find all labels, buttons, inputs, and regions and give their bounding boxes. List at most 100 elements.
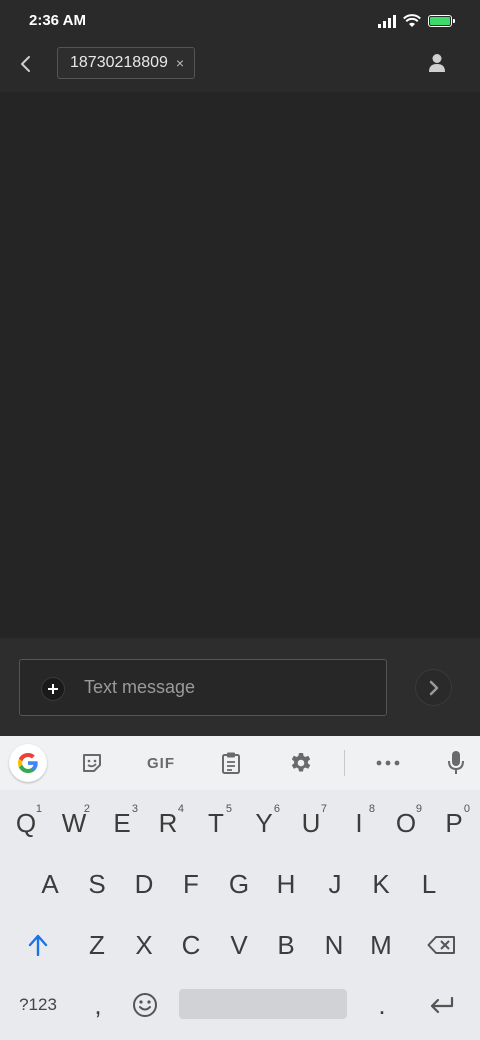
key-z[interactable]: Z — [73, 915, 121, 975]
symbols-key[interactable]: ?123 — [10, 975, 66, 1035]
key-label: G — [228, 868, 250, 899]
key-hint: 0 — [463, 803, 470, 815]
message-list[interactable] — [0, 92, 480, 638]
key-q[interactable]: Q1 — [2, 793, 50, 853]
key-hint: 3 — [131, 803, 138, 815]
conversation-header: 18730218809 × — [0, 42, 480, 92]
shift-key[interactable] — [14, 915, 62, 975]
key-c[interactable]: C — [167, 915, 215, 975]
key-y[interactable]: Y6 — [240, 793, 288, 853]
key-t[interactable]: T5 — [192, 793, 240, 853]
key-f[interactable]: F — [167, 854, 215, 914]
back-button[interactable] — [12, 50, 40, 78]
key-p[interactable]: P0 — [430, 793, 478, 853]
key-e[interactable]: E3 — [98, 793, 146, 853]
key-label: M — [370, 929, 392, 960]
key-label: H — [276, 868, 296, 899]
battery-level — [430, 17, 450, 25]
key-v[interactable]: V — [215, 915, 263, 975]
wifi-icon — [403, 14, 421, 27]
key-row-3: Z X C V B N M — [0, 915, 480, 975]
key-label: K — [372, 868, 390, 899]
key-label: W — [61, 807, 87, 838]
key-row-4: ?123 , . — [0, 975, 480, 1035]
recipient-chip[interactable]: 18730218809 × — [57, 47, 196, 79]
chip-remove-icon[interactable]: × — [176, 56, 184, 70]
send-button[interactable] — [415, 669, 452, 706]
backspace-key[interactable] — [418, 915, 466, 975]
key-hint: 8 — [368, 803, 375, 815]
plus-circle-icon — [48, 684, 58, 694]
key-label: C — [181, 929, 201, 960]
key-d[interactable]: D — [120, 854, 168, 914]
clipboard-button[interactable] — [213, 744, 249, 782]
key-a[interactable]: A — [26, 854, 74, 914]
key-label: E — [113, 807, 131, 838]
status-bar: 2:36 AM — [0, 0, 480, 42]
microphone-icon — [448, 751, 464, 774]
key-label: V — [230, 929, 248, 960]
voice-input-button[interactable] — [438, 744, 474, 782]
emoji-key[interactable] — [121, 975, 169, 1035]
google-button[interactable] — [9, 744, 47, 782]
composer-bar — [0, 638, 480, 736]
key-label: ?123 — [19, 995, 57, 1014]
emoji-icon — [133, 993, 157, 1017]
key-hint: 6 — [273, 803, 280, 815]
chevron-right-icon — [429, 680, 438, 695]
keyboard-toolbar: GIF — [0, 736, 480, 790]
message-input[interactable] — [84, 660, 374, 715]
key-label: N — [324, 929, 344, 960]
key-row-2: A S D F G H J K L — [0, 854, 480, 914]
settings-button[interactable] — [283, 744, 319, 782]
key-hint: 9 — [415, 803, 422, 815]
key-s[interactable]: S — [73, 854, 121, 914]
space-key[interactable] — [179, 989, 347, 1019]
key-x[interactable]: X — [120, 915, 168, 975]
google-logo-icon — [18, 753, 38, 773]
key-label: P — [445, 807, 463, 838]
period-key[interactable]: . — [358, 975, 406, 1035]
key-w[interactable]: W2 — [50, 793, 98, 853]
chevron-left-icon — [21, 56, 30, 72]
key-k[interactable]: K — [357, 854, 405, 914]
key-b[interactable]: B — [262, 915, 310, 975]
gif-label: GIF — [147, 754, 175, 772]
key-o[interactable]: O9 — [382, 793, 430, 853]
key-u[interactable]: U7 — [287, 793, 335, 853]
key-label: X — [135, 929, 153, 960]
key-label: U — [301, 807, 321, 838]
key-label: L — [421, 868, 437, 899]
key-label: F — [183, 868, 199, 899]
signal-icon — [378, 14, 396, 28]
gif-button[interactable]: GIF — [140, 744, 182, 782]
contact-button[interactable] — [424, 50, 450, 76]
enter-icon — [430, 996, 454, 1014]
more-button[interactable] — [370, 744, 406, 782]
key-h[interactable]: H — [262, 854, 310, 914]
sticker-button[interactable] — [74, 744, 110, 782]
attach-button[interactable] — [41, 677, 65, 701]
key-r[interactable]: R4 — [144, 793, 192, 853]
key-n[interactable]: N — [310, 915, 358, 975]
key-m[interactable]: M — [357, 915, 405, 975]
toolbar-divider — [344, 750, 345, 776]
key-l[interactable]: L — [405, 854, 453, 914]
key-label: A — [41, 868, 59, 899]
key-hint: 5 — [225, 803, 232, 815]
key-hint: 4 — [177, 803, 184, 815]
key-row-1: Q1 W2 E3 R4 T5 Y6 U7 I8 O9 P0 — [0, 793, 480, 853]
enter-key[interactable] — [418, 975, 466, 1035]
key-label: , — [94, 989, 102, 1020]
key-label: J — [328, 868, 342, 899]
key-label: . — [378, 989, 386, 1020]
status-time: 2:36 AM — [29, 12, 86, 29]
key-label: Z — [89, 929, 105, 960]
key-j[interactable]: J — [311, 854, 359, 914]
key-i[interactable]: I8 — [335, 793, 383, 853]
key-g[interactable]: G — [215, 854, 263, 914]
clipboard-icon — [222, 752, 240, 774]
comma-key[interactable]: , — [74, 975, 122, 1035]
sticker-icon — [83, 754, 101, 772]
key-label: R — [158, 807, 178, 838]
